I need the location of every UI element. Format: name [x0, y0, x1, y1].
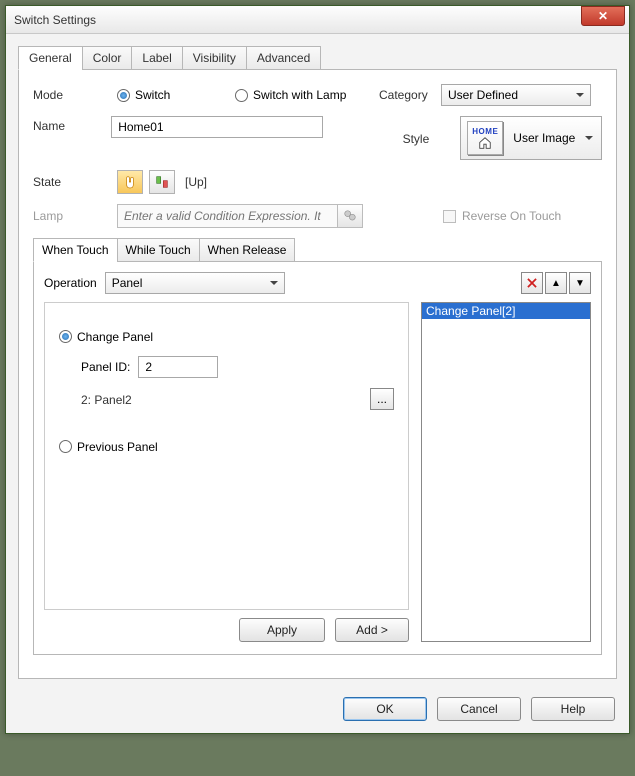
style-value: User Image	[513, 131, 575, 145]
tab-page-general: Mode Switch Switch with Lamp Category Us…	[18, 69, 617, 679]
hand-icon	[122, 174, 138, 190]
tag-icon	[343, 209, 357, 223]
state-row: State [Up]	[33, 170, 602, 194]
category-select[interactable]: User Defined	[441, 84, 591, 106]
radio-switch[interactable]: Switch	[117, 88, 227, 102]
tab-advanced[interactable]: Advanced	[246, 46, 321, 70]
state-buttons: [Up]	[117, 170, 207, 194]
tab-while-touch[interactable]: While Touch	[117, 238, 200, 262]
arrow-down-icon: ▼	[575, 278, 585, 289]
list-item[interactable]: Change Panel[2]	[422, 303, 590, 319]
radio-dot-icon	[117, 89, 130, 102]
radio-change-panel-label: Change Panel	[77, 330, 153, 344]
dialog-footer: OK Cancel Help	[6, 687, 629, 733]
content-area: General Color Label Visibility Advanced …	[6, 34, 629, 687]
state-label: State	[33, 175, 117, 189]
lamp-input	[117, 204, 337, 228]
radio-switch-with-lamp[interactable]: Switch with Lamp	[235, 88, 365, 102]
style-select[interactable]: HOME User Image	[460, 116, 602, 160]
operation-body: Change Panel Panel ID: 2: Panel2 ...	[44, 302, 591, 642]
help-button[interactable]: Help	[531, 697, 615, 721]
tab-visibility[interactable]: Visibility	[182, 46, 247, 70]
checkbox-icon	[443, 210, 456, 223]
lamp-row: Lamp Reverse On Touch	[33, 204, 602, 228]
operation-select[interactable]: Panel	[105, 272, 285, 294]
panel-name-row: 2: Panel2 ...	[59, 382, 394, 410]
arrow-up-icon: ▲	[551, 278, 561, 289]
delete-button[interactable]	[521, 272, 543, 294]
mode-row: Mode Switch Switch with Lamp Category Us…	[33, 84, 602, 106]
mode-label: Mode	[33, 88, 117, 102]
move-up-button[interactable]: ▲	[545, 272, 567, 294]
operation-row: Operation Panel ▲ ▼	[44, 272, 591, 294]
category-value: User Defined	[448, 88, 518, 102]
tab-color[interactable]: Color	[82, 46, 133, 70]
close-button[interactable]: ✕	[581, 6, 625, 26]
close-icon: ✕	[598, 9, 608, 23]
reverse-on-touch-checkbox: Reverse On Touch	[443, 209, 561, 223]
window-title: Switch Settings	[14, 13, 581, 27]
panel-id-label: Panel ID:	[81, 360, 130, 374]
tab-when-release[interactable]: When Release	[199, 238, 296, 262]
cancel-button[interactable]: Cancel	[437, 697, 521, 721]
operation-list[interactable]: Change Panel[2]	[421, 302, 591, 642]
ellipsis-icon: ...	[377, 392, 387, 406]
radio-change-panel[interactable]: Change Panel	[59, 330, 153, 344]
apply-button[interactable]: Apply	[239, 618, 325, 642]
main-tabstrip: General Color Label Visibility Advanced	[18, 46, 617, 70]
panel-id-row: Panel ID:	[81, 356, 394, 378]
radio-dot-icon	[235, 89, 248, 102]
ok-button[interactable]: OK	[343, 697, 427, 721]
apply-add-row: Apply Add >	[44, 618, 409, 642]
panel-name-text: 2: Panel2	[81, 393, 132, 407]
radio-switch-label: Switch	[135, 88, 170, 102]
name-row: Name Style HOME User Image	[33, 116, 602, 160]
radio-switch-with-lamp-label: Switch with Lamp	[253, 88, 346, 102]
add-button[interactable]: Add >	[335, 618, 409, 642]
style-label: Style	[403, 116, 461, 146]
touch-page: Operation Panel ▲ ▼	[33, 261, 602, 655]
radio-previous-panel[interactable]: Previous Panel	[59, 440, 158, 454]
tab-label[interactable]: Label	[131, 46, 182, 70]
house-icon	[477, 136, 493, 150]
titlebar[interactable]: Switch Settings ✕	[6, 6, 629, 34]
dialog-window: Switch Settings ✕ General Color Label Vi…	[5, 5, 630, 734]
delete-x-icon	[525, 276, 539, 290]
touch-tabstrip: When Touch While Touch When Release	[33, 238, 602, 262]
category-label: Category	[379, 88, 441, 102]
move-down-button[interactable]: ▼	[569, 272, 591, 294]
name-input[interactable]	[111, 116, 322, 138]
browse-panel-button[interactable]: ...	[370, 388, 394, 410]
name-label: Name	[33, 116, 111, 133]
radio-previous-panel-label: Previous Panel	[77, 440, 158, 454]
lamp-picker-button[interactable]	[337, 204, 363, 228]
operation-label: Operation	[44, 276, 97, 290]
lamp-label: Lamp	[33, 209, 117, 223]
tab-general[interactable]: General	[18, 46, 83, 70]
radio-dot-icon	[59, 440, 72, 453]
home-preview-icon: HOME	[467, 121, 503, 155]
tab-when-touch[interactable]: When Touch	[33, 238, 118, 262]
panel-id-input[interactable]	[138, 356, 218, 378]
list-tools: ▲ ▼	[521, 272, 591, 294]
radio-dot-icon	[59, 330, 72, 343]
reverse-label: Reverse On Touch	[462, 209, 561, 223]
toggle-icon	[154, 174, 170, 190]
state-toggle-button[interactable]	[149, 170, 175, 194]
operation-value: Panel	[112, 276, 143, 290]
state-text: [Up]	[185, 175, 207, 189]
state-up-button[interactable]	[117, 170, 143, 194]
operation-config-panel: Change Panel Panel ID: 2: Panel2 ...	[44, 302, 409, 610]
